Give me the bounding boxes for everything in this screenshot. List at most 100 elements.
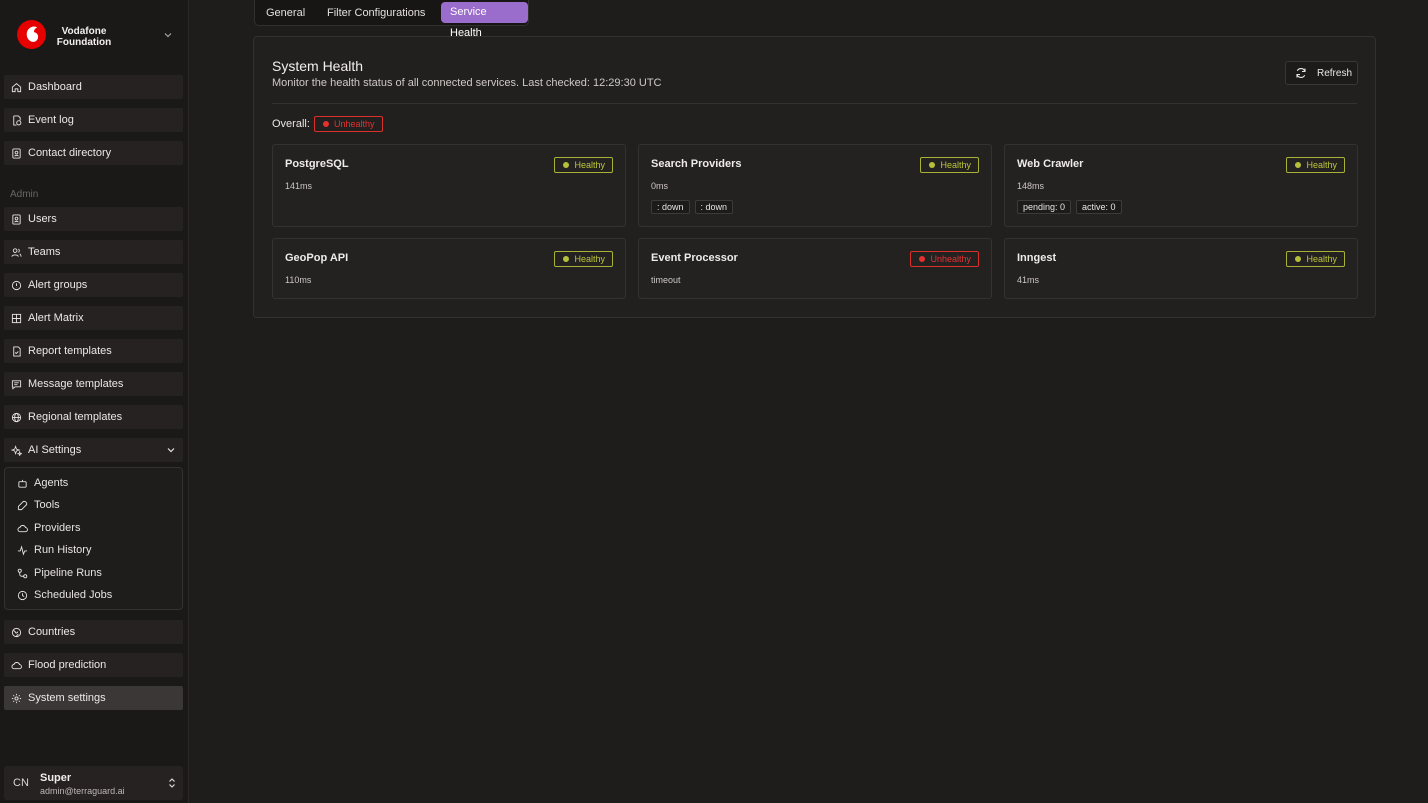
user-menu[interactable]: CN Super admin@terraguard.ai bbox=[4, 766, 183, 800]
gear-icon bbox=[11, 693, 22, 703]
submenu-item-agents[interactable]: Agents bbox=[17, 475, 68, 491]
section-label-admin: Admin bbox=[10, 189, 39, 200]
sidebar-item-users[interactable]: Users bbox=[4, 207, 183, 231]
service-card-search-providers: Search Providers Healthy 0ms : down : do… bbox=[638, 144, 992, 227]
detail-chip: : down bbox=[651, 200, 690, 214]
status-dot-icon bbox=[929, 162, 936, 168]
user-email: admin@terraguard.ai bbox=[40, 786, 125, 796]
status-badge: Healthy bbox=[554, 251, 613, 267]
status-badge-label: Healthy bbox=[1306, 160, 1337, 170]
grid-icon bbox=[11, 313, 22, 323]
wrench-icon bbox=[17, 500, 28, 510]
chevron-down-icon[interactable] bbox=[163, 30, 173, 40]
brand-switcher[interactable]: Vodafone Foundation bbox=[0, 0, 189, 72]
vodafone-logo-icon bbox=[17, 20, 46, 49]
submenu-item-label: Scheduled Jobs bbox=[34, 589, 113, 601]
health-description: Monitor the health status of all connect… bbox=[272, 77, 662, 89]
sidebar-item-label: AI Settings bbox=[28, 444, 82, 456]
submenu-item-label: Agents bbox=[34, 477, 69, 489]
chevron-down-icon bbox=[167, 448, 175, 453]
service-name: Event Processor bbox=[651, 252, 738, 264]
service-error: timeout bbox=[651, 275, 681, 285]
sidebar-item-label: Countries bbox=[28, 626, 76, 638]
sidebar-item-label: Regional templates bbox=[28, 411, 123, 423]
file-check-icon bbox=[13, 345, 21, 357]
detail-chip: : down bbox=[694, 200, 734, 214]
refresh-icon bbox=[1296, 68, 1306, 78]
sidebar-item-system-settings[interactable]: System settings bbox=[4, 686, 183, 710]
refresh-label: Refresh bbox=[1317, 67, 1353, 79]
sidebar-item-alert-matrix[interactable]: Alert Matrix bbox=[4, 306, 183, 330]
bot-icon bbox=[18, 479, 27, 488]
status-badge-label: Unhealthy bbox=[930, 254, 971, 264]
service-latency: 0ms bbox=[651, 181, 669, 191]
refresh-button[interactable]: Refresh bbox=[1285, 61, 1358, 85]
service-details: pending: 0 active: 0 bbox=[1017, 200, 1127, 214]
ai-settings-submenu: Agents Tools Providers Run History Pipel… bbox=[4, 467, 183, 610]
workflow-icon bbox=[17, 568, 28, 578]
activity-icon bbox=[17, 544, 28, 556]
submenu-item-tools[interactable]: Tools bbox=[17, 497, 60, 513]
submenu-item-label: Pipeline Runs bbox=[34, 567, 102, 579]
message-square-icon bbox=[11, 379, 22, 390]
page-title: System Health bbox=[272, 58, 364, 74]
service-name: PostgreSQL bbox=[285, 158, 349, 170]
sidebar-item-ai-settings[interactable]: AI Settings bbox=[4, 438, 183, 462]
tab-service-health[interactable]: Service Health bbox=[441, 2, 528, 39]
sidebar-item-label: Alert Matrix bbox=[28, 312, 84, 324]
alert-circle-icon bbox=[11, 280, 22, 290]
sidebar-item-label: Dashboard bbox=[28, 81, 82, 93]
status-badge-label: Healthy bbox=[940, 160, 971, 170]
submenu-item-pipeline-runs[interactable]: Pipeline Runs bbox=[17, 565, 102, 581]
status-dot-icon bbox=[1295, 162, 1302, 168]
sidebar-item-regional-templates[interactable]: Regional templates bbox=[4, 405, 183, 429]
system-health-card: System Health Monitor the health status … bbox=[253, 36, 1376, 318]
tab-filter-configurations[interactable]: Filter Configurations bbox=[327, 7, 425, 19]
sidebar-item-label: Users bbox=[28, 213, 57, 225]
sidebar-item-alert-groups[interactable]: Alert groups bbox=[4, 273, 183, 297]
contact-book-icon bbox=[12, 147, 21, 159]
status-badge-label: Unhealthy bbox=[334, 119, 375, 129]
avatar: CN bbox=[13, 777, 29, 789]
sidebar-item-label: Event log bbox=[28, 114, 74, 126]
tab-general[interactable]: General bbox=[266, 7, 305, 19]
sidebar-item-event-log[interactable]: Event log bbox=[4, 108, 183, 132]
sidebar-item-label: Report templates bbox=[28, 345, 112, 357]
service-card-postgresql: PostgreSQL Healthy 141ms bbox=[272, 144, 626, 227]
sidebar-item-contact-directory[interactable]: Contact directory bbox=[4, 141, 183, 165]
divider bbox=[272, 103, 1357, 104]
status-badge: Healthy bbox=[554, 157, 613, 173]
sidebar-item-label: Alert groups bbox=[28, 279, 88, 291]
sidebar-item-label: Teams bbox=[28, 246, 61, 258]
submenu-item-providers[interactable]: Providers bbox=[17, 520, 80, 536]
cloud-icon bbox=[11, 661, 22, 669]
overall-label: Overall: bbox=[272, 118, 310, 130]
status-dot-icon bbox=[563, 162, 570, 168]
submenu-item-scheduled-jobs[interactable]: Scheduled Jobs bbox=[17, 587, 112, 603]
service-latency: 41ms bbox=[1017, 275, 1040, 285]
sidebar-item-countries[interactable]: Countries bbox=[4, 620, 183, 644]
globe-icon bbox=[11, 412, 22, 422]
sidebar-item-flood-prediction[interactable]: Flood prediction bbox=[4, 653, 183, 677]
sidebar-item-label: Contact directory bbox=[28, 147, 112, 159]
user-card-icon bbox=[12, 213, 21, 225]
status-dot-icon bbox=[563, 256, 570, 262]
service-latency: 110ms bbox=[285, 275, 312, 285]
clock-icon bbox=[17, 590, 28, 600]
service-card-geopop-api: GeoPop API Healthy 110ms bbox=[272, 238, 626, 299]
sidebar: Vodafone Foundation Dashboard Event log … bbox=[0, 0, 189, 803]
status-badge: Unhealthy bbox=[910, 251, 979, 267]
cloud-icon bbox=[17, 524, 28, 532]
status-dot-icon bbox=[919, 256, 926, 262]
sidebar-item-dashboard[interactable]: Dashboard bbox=[4, 75, 183, 99]
status-badge: Healthy bbox=[1286, 157, 1345, 173]
sidebar-item-label: Message templates bbox=[28, 378, 124, 390]
sidebar-item-teams[interactable]: Teams bbox=[4, 240, 183, 264]
overall-status-badge: Unhealthy bbox=[314, 116, 383, 132]
detail-chip: active: 0 bbox=[1076, 200, 1122, 214]
submenu-item-run-history[interactable]: Run History bbox=[17, 542, 91, 558]
sidebar-item-report-templates[interactable]: Report templates bbox=[4, 339, 183, 363]
sidebar-item-message-templates[interactable]: Message templates bbox=[4, 372, 183, 396]
earth-icon bbox=[11, 627, 22, 637]
status-badge: Healthy bbox=[920, 157, 979, 173]
